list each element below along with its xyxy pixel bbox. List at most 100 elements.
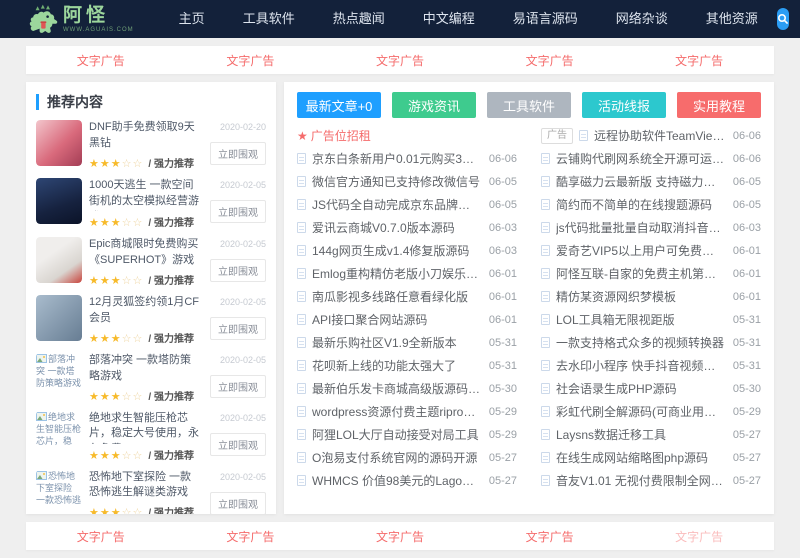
article-link[interactable]: 在线生成网站缩略图php源码 (556, 449, 725, 466)
ad-slot-link[interactable]: 广告位招租 (311, 127, 517, 144)
article-link[interactable]: 阿狸LOL大厅自动接受对局工具 (312, 426, 481, 443)
view-button[interactable]: 立即围观 (210, 432, 266, 456)
view-button[interactable]: 立即围观 (210, 374, 266, 398)
article-row: 酷享磁力云最新版 支持磁力搜索下载和一... 06-05 (541, 170, 761, 193)
text-ad-link[interactable]: 文字广告 (77, 52, 125, 69)
item-title[interactable]: 恐怖地下室探险 一款恐怖逃生解谜类游戏 (89, 470, 199, 502)
article-link[interactable]: 音友V1.01 无视付费限制全网音乐无损免费... (556, 472, 725, 489)
view-button[interactable]: 立即围观 (210, 491, 266, 514)
category-tab[interactable]: 游戏资讯 (392, 92, 476, 118)
item-title[interactable]: 12月灵狐签约领1月CF会员 (89, 295, 199, 327)
nav-item[interactable]: 中文编程 (404, 0, 494, 38)
item-title[interactable]: DNF助手免费领取9天黑钻 (89, 120, 199, 152)
text-ad-link[interactable]: 文字广告 (376, 52, 424, 69)
text-ad-link[interactable]: 文字广告 (526, 52, 574, 69)
article-link[interactable]: LOL工具箱无限视距版 (556, 311, 725, 328)
text-ad-link[interactable]: 文字广告 (226, 528, 274, 545)
article-row: 音友V1.01 无视付费限制全网音乐无损免费... 05-27 (541, 469, 761, 492)
nav-item[interactable]: 网络杂谈 (597, 0, 687, 38)
text-ad-link[interactable]: 文字广告 (526, 528, 574, 545)
thumbnail-image (36, 236, 82, 283)
item-title[interactable]: 部落冲突 一款塔防策略游戏 (89, 353, 199, 385)
text-ad-link[interactable]: 文字广告 (675, 52, 723, 69)
thumbnail[interactable] (36, 236, 82, 283)
site-logo[interactable]: 阿怪 WWW.AGUAIS.COM (26, 3, 134, 35)
article-link[interactable]: 彩虹代刷全解源码(可商业用途 防黑) (556, 403, 725, 420)
nav-item[interactable]: 热点趣闻 (314, 0, 404, 38)
recommended-item[interactable]: 部落冲突 一款塔防策略游戏 部落冲突 一款塔防策略游戏 ★★★☆☆ / 强力推荐… (36, 352, 266, 403)
article-link[interactable]: 花呗新上线的功能太强大了 (312, 357, 481, 374)
article-link[interactable]: 阿怪互联-自家的免费主机第一批正式开启 (556, 265, 725, 282)
article-link[interactable]: 简约而不简单的在线搜题源码 (556, 196, 725, 213)
category-tab[interactable]: 最新文章+0 (297, 92, 381, 118)
broken-image-icon (36, 353, 47, 363)
text-ad-link[interactable]: 文字广告 (376, 528, 424, 545)
category-tab[interactable]: 实用教程 (677, 92, 761, 118)
article-link[interactable]: 远程协助软件TeamViewer v11 单文件版 (594, 127, 725, 144)
article-link[interactable]: 京东白条新用户0.01元购买3个月爱奇艺黄... (312, 150, 481, 167)
article-link[interactable]: WHMCS 价值98美元的Lagom模板开源 (312, 472, 481, 489)
item-title[interactable]: 绝地求生智能压枪芯片，稳定大号使用，永久免费 (89, 411, 199, 444)
category-tab[interactable]: 工具软件 (487, 92, 571, 118)
article-link[interactable]: Laysns数据迁移工具 (556, 426, 725, 443)
item-meta: 2020-02-05 立即围观 (206, 178, 266, 229)
stars-empty: ☆☆ (121, 332, 144, 345)
article-link[interactable]: 精仿某资源网织梦模板 (556, 288, 725, 305)
nav-item[interactable]: 工具软件 (224, 0, 314, 38)
recommended-item[interactable]: 恐怖地下室探险 一款恐怖逃 恐怖地下室探险 一款恐怖逃生解谜类游戏 ★★★☆☆ … (36, 469, 266, 514)
article-link[interactable]: 云铺购代刷网系统全开源可运营程序搭建 (556, 150, 725, 167)
article-row: 京东白条新用户0.01元购买3个月爱奇艺黄... 06-06 (297, 147, 517, 170)
article-link[interactable]: 最新伯乐发卡商城高级版源码 无后门 (312, 380, 481, 397)
view-button[interactable]: 立即围观 (210, 258, 266, 282)
view-button[interactable]: 立即围观 (210, 199, 266, 223)
view-button[interactable]: 立即围观 (210, 142, 266, 165)
item-title[interactable]: 1000天逃生 一款空间街机的太空模拟经营游戏 (89, 178, 199, 211)
article-link[interactable]: API接口聚合网站源码 (312, 311, 481, 328)
item-rating: ★★★☆☆ / 强力推荐 (89, 388, 199, 403)
document-icon (297, 360, 306, 371)
item-title[interactable]: Epic商城限时免费购买《SUPERHOT》游戏 (89, 237, 199, 269)
text-ad-link[interactable]: 文字广告 (675, 528, 723, 545)
article-link[interactable]: 酷享磁力云最新版 支持磁力搜索下载和一... (556, 173, 725, 190)
article-link[interactable]: 爱讯云商城V0.7.0版本源码 (312, 219, 481, 236)
recommended-item[interactable]: Epic商城限时免费购买《SUPERHOT》游戏 ★★★☆☆ / 强力推荐 20… (36, 236, 266, 287)
article-link[interactable]: js代码批量批量自动取消抖音关注 (556, 219, 725, 236)
article-link[interactable]: 最新乐购社区V1.9全新版本 (312, 334, 481, 351)
item-body: 1000天逃生 一款空间街机的太空模拟经营游戏 ★★★☆☆ / 强力推荐 (82, 178, 206, 229)
item-meta: 2020-02-05 立即围观 (206, 295, 266, 345)
article-link[interactable]: wordpress资源付费主题ripro6.7含美化包... (312, 403, 481, 420)
recommended-item[interactable]: 12月灵狐签约领1月CF会员 ★★★☆☆ / 强力推荐 2020-02-05 立… (36, 294, 266, 345)
article-link[interactable]: 144g网页生成v1.4修复版源码 (312, 242, 481, 259)
thumbnail[interactable] (36, 120, 82, 166)
nav-item[interactable]: 其他资源 (687, 0, 777, 38)
article-link[interactable]: 社会语录生成PHP源码 (556, 380, 725, 397)
nav-item[interactable]: 易语言源码 (494, 0, 597, 38)
article-row: 微信官方通知已支持修改微信号 06-05 (297, 170, 517, 193)
thumbnail[interactable] (36, 294, 82, 341)
article-link[interactable]: 南瓜影视多线路任意看绿化版 (312, 288, 481, 305)
search-button[interactable] (776, 8, 789, 30)
article-link[interactable]: O泡易支付系统官网的源码开源 (312, 449, 481, 466)
thumbnail[interactable]: 恐怖地下室探险 一款恐怖逃 (36, 469, 82, 514)
article-link[interactable]: 爱奇艺VIP5以上用户可免费发爱奇艺VIP红包 (556, 242, 725, 259)
article-link[interactable]: 微信官方通知已支持修改微信号 (312, 173, 481, 190)
article-row: WHMCS 价值98美元的Lagom模板开源 05-27 (297, 469, 517, 492)
recommended-item[interactable]: DNF助手免费领取9天黑钻 ★★★☆☆ / 强力推荐 2020-02-20 立即… (36, 120, 266, 170)
ad-slot-row[interactable]: ★ 广告位招租 (297, 124, 517, 147)
text-ad-link[interactable]: 文字广告 (77, 528, 125, 545)
recommended-item[interactable]: 1000天逃生 一款空间街机的太空模拟经营游戏 ★★★☆☆ / 强力推荐 202… (36, 177, 266, 229)
category-tab[interactable]: 活动线报 (582, 92, 666, 118)
thumbnail[interactable]: 部落冲突 一款塔防策略游戏 (36, 352, 82, 399)
text-ad-link[interactable]: 文字广告 (226, 52, 274, 69)
article-link[interactable]: 一款支持格式众多的视频转换器 (556, 334, 725, 351)
thumbnail[interactable] (36, 177, 82, 224)
thumbnail[interactable]: 绝地求生智能压枪芯片，稳 (36, 410, 82, 457)
document-icon (541, 222, 550, 233)
view-button[interactable]: 立即围观 (210, 316, 266, 340)
nav-item[interactable]: 主页 (160, 0, 224, 38)
article-link[interactable]: JS代码全自动完成京东品牌狂欢城活动任务 (312, 196, 481, 213)
article-link[interactable]: Emlog重构精仿老版小刀娱乐网HFoldao模... (312, 265, 481, 282)
article-link[interactable]: 去水印小程序 快手抖音视频搬运工上热门... (556, 357, 725, 374)
document-icon (297, 153, 306, 164)
recommended-item[interactable]: 绝地求生智能压枪芯片，稳 绝地求生智能压枪芯片，稳定大号使用，永久免费 ★★★☆… (36, 410, 266, 462)
